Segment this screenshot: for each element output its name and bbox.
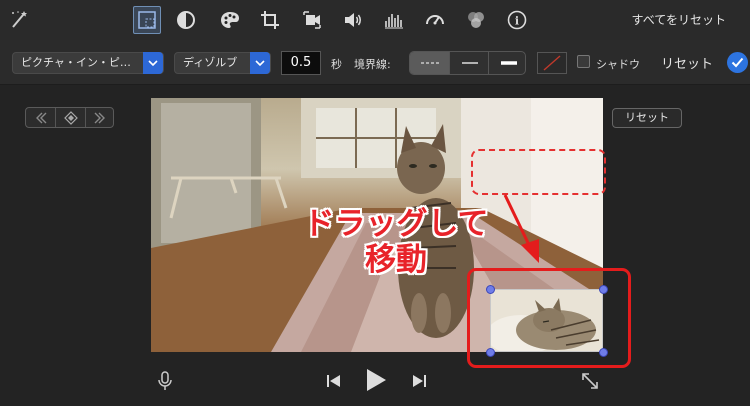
chevron-down-icon — [143, 52, 163, 74]
video-overlay-icon[interactable] — [133, 6, 161, 34]
magic-wand-icon[interactable] — [4, 6, 32, 34]
fullscreen-icon[interactable] — [579, 370, 601, 396]
svg-text:i: i — [515, 15, 519, 28]
info-icon[interactable]: i — [503, 6, 531, 34]
border-style-segmented — [409, 51, 526, 75]
skip-forward-icon[interactable] — [410, 372, 428, 394]
annotation-arrow — [503, 194, 539, 263]
stabilization-icon[interactable] — [298, 6, 326, 34]
speed-icon[interactable] — [421, 6, 449, 34]
destination-highlight — [467, 268, 631, 368]
microphone-icon[interactable] — [156, 370, 174, 396]
duration-input[interactable]: 0.5 — [281, 51, 321, 75]
viewer-reset-button[interactable]: リセット — [612, 108, 682, 128]
play-icon[interactable] — [363, 366, 389, 398]
annotation-text-line2: 移動 — [365, 242, 427, 278]
shadow-label: シャドウ — [596, 58, 640, 71]
clip-filter-icon[interactable] — [462, 6, 490, 34]
border-label: 境界線: — [354, 58, 391, 71]
border-dashed-option[interactable] — [410, 52, 449, 74]
shadow-checkbox[interactable] — [577, 55, 590, 68]
noise-reduction-icon[interactable] — [380, 6, 408, 34]
previous-keyframe-icon[interactable] — [26, 108, 55, 127]
keyframe-navigator — [25, 107, 114, 128]
reset-button[interactable]: リセット — [661, 53, 713, 72]
volume-icon[interactable] — [339, 6, 367, 34]
overlay-mode-value: ピクチャ・イン・ピ… — [21, 56, 131, 69]
overlay-mode-select[interactable]: ピクチャ・イン・ピ… — [12, 52, 164, 74]
checkmark-icon[interactable] — [727, 52, 748, 73]
chevron-down-icon — [250, 52, 270, 74]
next-keyframe-icon[interactable] — [85, 108, 114, 127]
transition-select[interactable]: ディゾルブ — [174, 52, 271, 74]
border-color-well[interactable] — [537, 52, 567, 74]
duration-unit-label: 秒 — [331, 58, 342, 71]
add-keyframe-icon[interactable] — [55, 108, 86, 127]
border-thick-option[interactable] — [488, 52, 525, 74]
border-thin-option[interactable] — [449, 52, 489, 74]
transition-value: ディゾルブ — [183, 56, 238, 69]
reset-all-button[interactable]: すべてをリセット — [632, 11, 726, 28]
color-correction-icon[interactable] — [216, 6, 244, 34]
color-balance-icon[interactable] — [172, 6, 200, 34]
crop-icon[interactable] — [256, 6, 284, 34]
skip-back-icon[interactable] — [325, 372, 343, 394]
